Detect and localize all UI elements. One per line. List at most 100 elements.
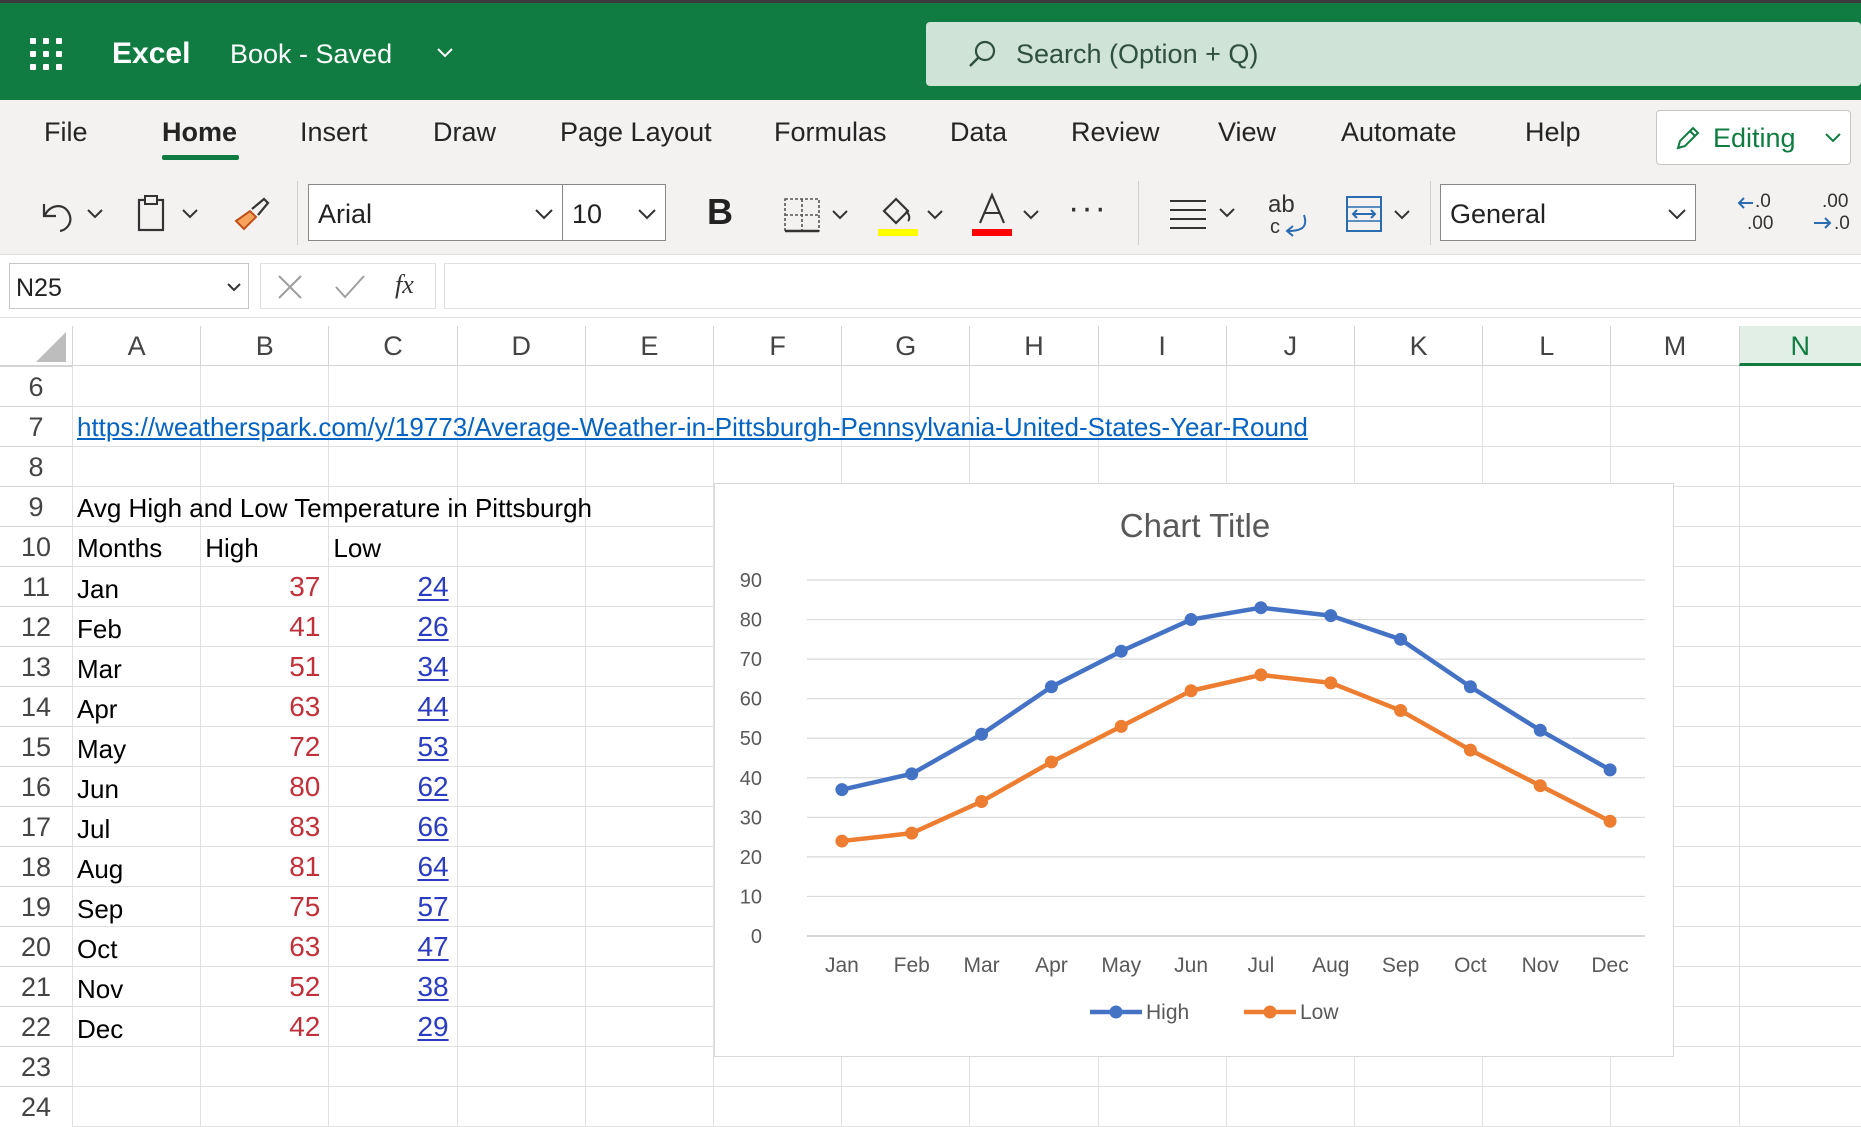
row-header-22[interactable]: 22 — [0, 1006, 72, 1046]
row-header-14[interactable]: 14 — [0, 686, 72, 726]
x-tick-label: Dec — [1591, 954, 1628, 977]
column-header-b[interactable]: B — [200, 326, 328, 366]
month-cell: Jan — [77, 574, 119, 604]
x-tick-label: Nov — [1522, 954, 1560, 977]
borders-button[interactable] — [783, 193, 855, 237]
increase-decimal-button[interactable]: .0 .00 — [1735, 191, 1777, 237]
undo-button[interactable] — [36, 194, 106, 234]
column-header-k[interactable]: K — [1354, 326, 1482, 366]
app-launcher-icon[interactable] — [30, 38, 64, 72]
data-point-low — [1533, 779, 1547, 793]
month-cell: Mar — [77, 654, 122, 684]
row-header-10[interactable]: 10 — [0, 526, 72, 566]
tab-review[interactable]: Review — [1071, 117, 1160, 148]
search-placeholder: Search (Option + Q) — [1016, 39, 1259, 69]
x-tick-label: Sep — [1382, 954, 1419, 977]
column-header-h[interactable]: H — [969, 326, 1097, 366]
column-header-d[interactable]: D — [456, 326, 585, 366]
chevron-down-icon[interactable] — [435, 45, 455, 61]
legend-marker-low — [1263, 1005, 1277, 1019]
line-chart[interactable]: Chart Title 0 10 20 30 40 50 60 70 80 90 Jan Feb Mar… — [714, 483, 1674, 1057]
font-color-button[interactable] — [972, 189, 1044, 239]
ribbon-tabs: File Home Insert Draw Page Layout Formul… — [0, 100, 1861, 175]
row-header-11[interactable]: 11 — [0, 566, 72, 606]
fill-color-button[interactable] — [876, 189, 948, 239]
x-tick-label: Oct — [1454, 954, 1487, 977]
y-tick-label: 70 — [740, 649, 762, 671]
select-all-corner[interactable] — [0, 326, 72, 366]
align-button[interactable] — [1168, 195, 1242, 235]
x-tick-label: May — [1101, 954, 1141, 977]
row-header-8[interactable]: 8 — [0, 446, 72, 486]
row-header-9[interactable]: 9 — [0, 486, 72, 526]
column-header-f[interactable]: F — [713, 326, 841, 366]
column-header-m[interactable]: M — [1610, 326, 1738, 366]
column-header-n[interactable]: N — [1738, 326, 1861, 366]
row-header-19[interactable]: 19 — [0, 886, 72, 926]
bold-button[interactable]: B — [707, 191, 733, 233]
y-tick-label: 90 — [740, 570, 762, 592]
editing-mode-button[interactable]: Editing — [1656, 110, 1851, 165]
decrease-decimal-top: .00 — [1822, 191, 1849, 212]
column-header-a[interactable]: A — [72, 326, 200, 366]
row-header-12[interactable]: 12 — [0, 606, 72, 646]
high-temp-cell: 81 — [289, 851, 321, 882]
column-header-e[interactable]: E — [584, 326, 713, 366]
toolbar-separator — [1430, 181, 1431, 245]
row-header-16[interactable]: 16 — [0, 766, 72, 806]
gridline — [72, 446, 1861, 447]
tab-file[interactable]: File — [44, 117, 88, 148]
tab-formulas[interactable]: Formulas — [774, 117, 887, 148]
decrease-decimal-button[interactable]: .00 .0 — [1812, 191, 1861, 237]
tab-draw[interactable]: Draw — [433, 117, 496, 148]
insert-function-icon[interactable]: fx — [395, 270, 414, 300]
font-name-select[interactable]: Arial — [308, 184, 563, 241]
gridline — [72, 1086, 1861, 1087]
row-header-18[interactable]: 18 — [0, 846, 72, 886]
tab-insert[interactable]: Insert — [300, 117, 368, 148]
row-header-20[interactable]: 20 — [0, 926, 72, 966]
more-options-button[interactable]: ··· — [1068, 189, 1108, 228]
y-tick-label: 40 — [740, 768, 762, 790]
column-header-j[interactable]: J — [1225, 326, 1354, 366]
formula-input[interactable] — [444, 263, 1861, 309]
tab-home[interactable]: Home — [162, 117, 237, 148]
row-header-13[interactable]: 13 — [0, 646, 72, 686]
increase-decimal-top: .0 — [1755, 191, 1771, 212]
row-header-24[interactable]: 24 — [0, 1086, 72, 1126]
x-tick-label: Mar — [963, 954, 999, 977]
app-name[interactable]: Excel — [112, 37, 190, 71]
column-header-c[interactable]: C — [328, 326, 456, 366]
document-title[interactable]: Book - Saved — [230, 39, 392, 70]
name-box[interactable]: N25 — [9, 263, 249, 309]
paste-button[interactable] — [133, 192, 205, 236]
confirm-icon[interactable] — [333, 272, 367, 302]
cancel-icon[interactable] — [275, 272, 305, 302]
data-point-high — [975, 727, 989, 741]
number-format-select[interactable]: General — [1440, 184, 1696, 241]
row-header-23[interactable]: 23 — [0, 1046, 72, 1086]
format-painter-button[interactable] — [230, 193, 274, 235]
data-point-low — [1603, 814, 1617, 828]
month-cell: Jun — [77, 774, 119, 804]
row-header-15[interactable]: 15 — [0, 726, 72, 766]
tab-view[interactable]: View — [1218, 117, 1276, 148]
row-header-17[interactable]: 17 — [0, 806, 72, 846]
tab-automate[interactable]: Automate — [1341, 117, 1457, 148]
column-header-i[interactable]: I — [1097, 326, 1226, 366]
y-tick-label: 80 — [740, 610, 762, 632]
tab-page-layout[interactable]: Page Layout — [560, 117, 712, 148]
tab-data[interactable]: Data — [950, 117, 1007, 148]
data-point-high — [1394, 632, 1408, 646]
font-size-select[interactable]: 10 — [562, 184, 666, 241]
search-input[interactable]: Search (Option + Q) — [926, 22, 1861, 86]
column-header-l[interactable]: L — [1482, 326, 1610, 366]
table-title: Avg High and Low Temperature in Pittsbur… — [77, 493, 593, 523]
column-header-g[interactable]: G — [841, 326, 969, 366]
row-header-7[interactable]: 7 — [0, 406, 72, 446]
tab-help[interactable]: Help — [1525, 117, 1581, 148]
merge-cells-button[interactable] — [1345, 193, 1417, 237]
row-header-6[interactable]: 6 — [0, 366, 72, 406]
row-header-21[interactable]: 21 — [0, 966, 72, 1006]
source-hyperlink[interactable]: https://weatherspark.com/y/19773/Average… — [77, 412, 1308, 443]
